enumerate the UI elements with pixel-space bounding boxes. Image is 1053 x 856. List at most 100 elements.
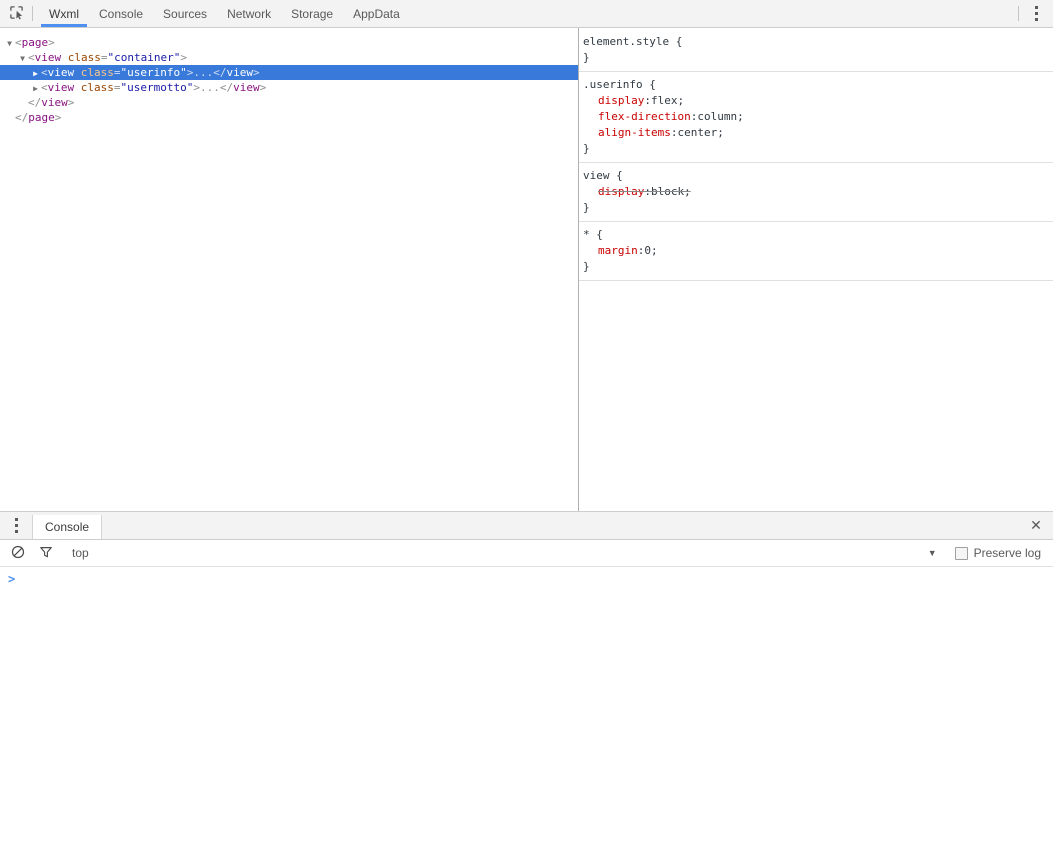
clear-console-icon	[11, 545, 25, 562]
dom-token-tagname: view	[233, 81, 260, 94]
dom-token-attrval: "usermotto"	[120, 81, 194, 94]
dom-token-tagname: view	[34, 51, 62, 64]
dom-token-punct: <	[28, 51, 35, 64]
dom-token-punct: </	[15, 111, 29, 124]
tab-wxml-label: Wxml	[49, 6, 79, 21]
dom-token-punct: =	[113, 66, 121, 79]
dom-token-attrval: "container"	[107, 51, 181, 64]
dom-token-punct: <	[41, 66, 48, 79]
dom-token-tagname: view	[226, 66, 253, 79]
drawer-tab-console[interactable]: Console	[32, 515, 103, 539]
css-selector: element.style {	[583, 35, 683, 48]
css-declaration[interactable]: display:block;	[583, 184, 1053, 200]
dom-tree-row[interactable]: ▶ <view class="usermotto">...</view>	[0, 80, 578, 95]
drawer-menu-button[interactable]	[0, 512, 32, 539]
css-selector: .userinfo {	[583, 78, 656, 91]
dom-token-ellip: ...	[199, 81, 220, 94]
dom-tree-row[interactable]: ▼ <view class="container">	[0, 50, 578, 65]
dom-tree-row[interactable]: ▶ <view class="userinfo">...</view>	[0, 65, 578, 80]
preserve-log-checkbox[interactable]	[954, 546, 968, 560]
styles-rule-list: element.style {} .userinfo {display:flex;…	[579, 28, 1053, 281]
dom-token-tagname: page	[21, 36, 49, 49]
css-property-value: block;	[650, 185, 691, 198]
tab-sources-label: Sources	[163, 6, 208, 21]
css-declaration[interactable]: display:flex;	[583, 93, 1053, 109]
console-prompt-chevron-icon: >	[8, 572, 16, 586]
css-property-value: column;	[697, 110, 744, 123]
console-context-dropdown[interactable]: ▼	[928, 548, 947, 558]
kebab-menu-icon	[1034, 6, 1038, 9]
css-property-value: 0;	[644, 244, 658, 257]
inspect-element-icon	[9, 5, 24, 23]
filter-icon	[39, 545, 53, 562]
console-context-label[interactable]: top	[72, 546, 89, 560]
dom-token-punct: >	[180, 51, 187, 64]
css-declaration[interactable]: flex-direction:column;	[583, 109, 1053, 125]
expand-triangle-closed-icon[interactable]: ▶	[30, 81, 41, 96]
css-rule[interactable]: view {display:block;}	[579, 163, 1053, 222]
filter-button[interactable]	[36, 543, 56, 563]
css-property-name: flex-direction	[598, 110, 691, 123]
dom-token-punct: >	[252, 66, 260, 79]
dom-token-tagname: page	[28, 111, 55, 124]
console-output-area: >	[0, 567, 1053, 835]
panel-tabs: Wxml Console Sources Network Storage App…	[39, 0, 410, 27]
dom-token-punct: >	[193, 81, 200, 94]
clear-console-button[interactable]	[8, 543, 28, 563]
expand-triangle-open-icon[interactable]: ▼	[17, 51, 28, 66]
css-property-value: center;	[677, 126, 724, 139]
dom-token-attrname: class	[74, 81, 114, 94]
css-colon: :	[644, 94, 651, 107]
expand-triangle-closed-icon[interactable]: ▶	[30, 66, 41, 81]
tab-wxml[interactable]: Wxml	[39, 0, 89, 27]
dom-tree[interactable]: ▼ <page> ▼ <view class="container"> ▶ <view c…	[0, 35, 578, 125]
kebab-menu-icon	[14, 518, 18, 521]
dom-tree-row[interactable]: ▶</view>	[0, 95, 578, 110]
css-rule[interactable]: .userinfo {display:flex; flex-direction:c…	[579, 72, 1053, 163]
tab-console-label: Console	[99, 6, 144, 21]
css-rule-close-brace: }	[583, 142, 590, 155]
expand-triangle-placeholder-icon: ▶	[4, 111, 15, 126]
tab-console[interactable]: Console	[89, 0, 153, 27]
tab-appdata[interactable]: AppData	[343, 0, 410, 27]
console-prompt-row[interactable]: >	[0, 567, 1053, 590]
dom-token-punct: <	[41, 81, 48, 94]
tab-network[interactable]: Network	[217, 0, 281, 27]
css-declaration[interactable]: margin:0;	[583, 243, 1053, 259]
dom-tree-row[interactable]: ▼ <page>	[0, 35, 578, 50]
dom-token-attrname: class	[74, 66, 114, 79]
console-input[interactable]	[15, 572, 1053, 586]
css-property-name: display	[598, 185, 645, 198]
dom-token-tagname: view	[47, 81, 75, 94]
dom-token-punct: >	[259, 81, 267, 94]
css-colon: :	[644, 185, 651, 198]
dom-token-punct: =	[100, 51, 108, 64]
css-rule[interactable]: * {margin:0;}	[579, 222, 1053, 281]
inspect-element-button[interactable]	[0, 0, 32, 27]
css-declaration[interactable]: align-items:center;	[583, 125, 1053, 141]
css-property-name: display	[598, 94, 645, 107]
main-menu-button[interactable]	[1019, 0, 1053, 27]
styles-pane: element.style {} .userinfo {display:flex;…	[579, 28, 1053, 511]
dom-token-punct: >	[54, 111, 62, 124]
dom-tree-row[interactable]: ▶</page>	[0, 110, 578, 125]
dom-token-attrval: "userinfo"	[120, 66, 187, 79]
dom-token-ellip: ...	[193, 66, 214, 79]
dom-token-punct: >	[48, 36, 55, 49]
preserve-log-label[interactable]: Preserve log	[974, 546, 1041, 560]
expand-triangle-placeholder-icon: ▶	[17, 96, 28, 111]
tab-storage[interactable]: Storage	[281, 0, 343, 27]
css-rule[interactable]: element.style {}	[579, 28, 1053, 72]
expand-triangle-open-icon[interactable]: ▼	[4, 36, 15, 51]
close-icon: ✕	[1030, 517, 1042, 533]
tab-sources[interactable]: Sources	[153, 0, 217, 27]
drawer-close-button[interactable]: ✕	[1019, 512, 1053, 539]
tab-storage-label: Storage	[291, 6, 334, 21]
css-rule-close-brace: }	[583, 51, 590, 64]
css-selector: * {	[583, 228, 603, 241]
css-property-value: flex;	[650, 94, 685, 107]
tab-appdata-label: AppData	[353, 6, 400, 21]
css-selector: view {	[583, 169, 623, 182]
toolbar-right-group	[1018, 0, 1053, 27]
dom-token-tagname: view	[47, 66, 75, 79]
